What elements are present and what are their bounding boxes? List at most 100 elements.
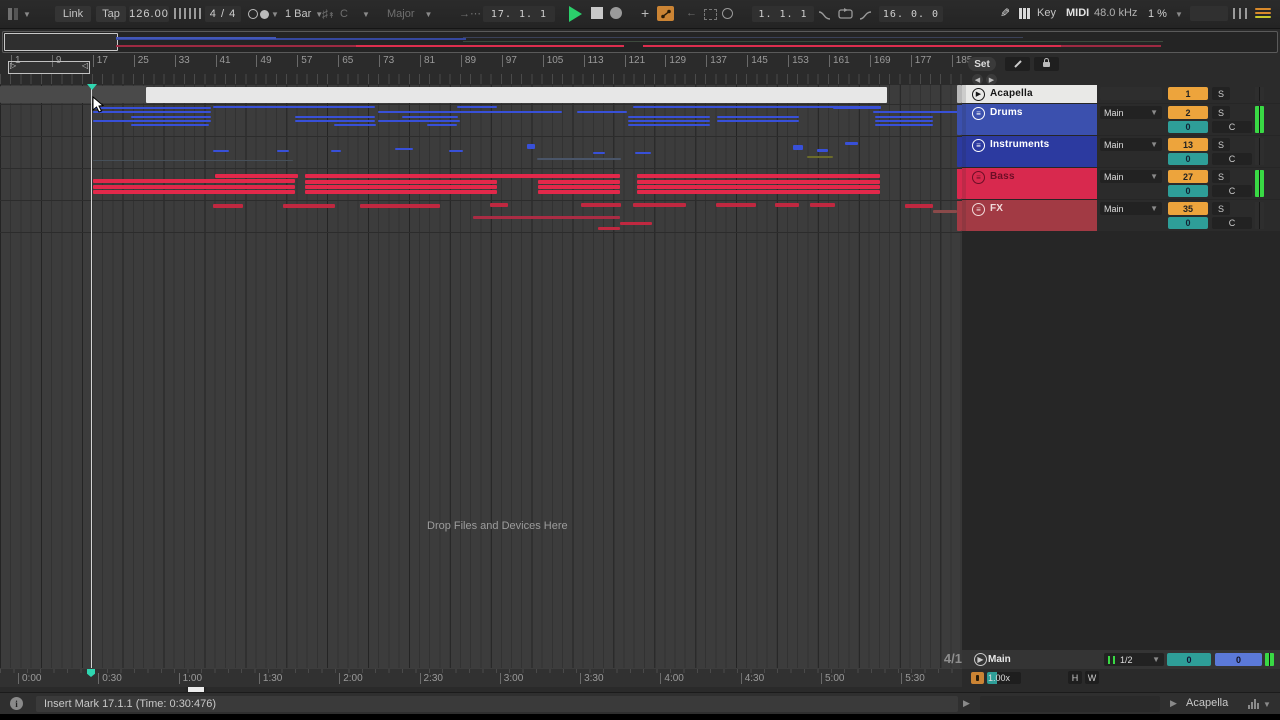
status-expand-icon[interactable]: ▶ bbox=[963, 698, 970, 709]
track-header-instruments[interactable]: ≡ Instruments Main ▼ 13 S 0 C bbox=[962, 136, 1280, 167]
loop-length-field[interactable]: 16. 0. 0 bbox=[879, 6, 943, 22]
view-selector-icon[interactable]: ▼ bbox=[8, 7, 38, 21]
midi-io-indicator-icon[interactable] bbox=[1255, 8, 1271, 18]
track-play-icon[interactable]: ▶ bbox=[972, 88, 985, 101]
clip-segment[interactable] bbox=[716, 203, 756, 207]
midi-map-button[interactable]: MIDI bbox=[1066, 7, 1089, 19]
mini-meter-icon[interactable]: ▼ bbox=[1248, 699, 1271, 709]
clip-segment[interactable] bbox=[473, 216, 620, 219]
clip-segment[interactable] bbox=[807, 156, 833, 158]
metronome-button[interactable]: ▼ bbox=[248, 9, 279, 19]
play-button[interactable] bbox=[569, 6, 582, 22]
clip-segment[interactable] bbox=[295, 120, 375, 122]
clip-segment[interactable] bbox=[427, 124, 457, 126]
clip-segment[interactable] bbox=[538, 190, 620, 194]
track-group-icon[interactable]: ≡ bbox=[972, 107, 985, 120]
clip-segment[interactable] bbox=[0, 86, 146, 103]
main-pan-box[interactable]: 0 bbox=[1215, 653, 1262, 666]
clip-segment[interactable] bbox=[875, 124, 933, 126]
clip-segment[interactable] bbox=[538, 185, 620, 189]
clip-segment[interactable] bbox=[131, 124, 209, 126]
clip-segment[interactable] bbox=[93, 107, 211, 109]
loop-end-marker-icon[interactable]: ◁ bbox=[82, 61, 88, 70]
clip-segment[interactable] bbox=[457, 106, 497, 108]
clip-segment[interactable] bbox=[213, 106, 375, 108]
clip-segment[interactable] bbox=[833, 107, 881, 109]
clip-segment[interactable] bbox=[775, 203, 799, 207]
track-group-icon[interactable]: ≡ bbox=[972, 203, 985, 216]
follow-button[interactable]: →⋯ bbox=[459, 7, 481, 20]
tap-tempo-button[interactable]: Tap bbox=[96, 6, 126, 22]
clip-segment[interactable] bbox=[277, 150, 289, 152]
clip-segment[interactable] bbox=[637, 190, 880, 194]
re-enable-automation-button[interactable] bbox=[722, 8, 733, 19]
next-locator-button[interactable]: ▶ bbox=[986, 74, 997, 85]
clip-segment[interactable] bbox=[305, 185, 497, 189]
key-scale-menu[interactable]: Major ▼ bbox=[387, 6, 432, 22]
clip-segment[interactable] bbox=[378, 111, 562, 113]
overview-viewport[interactable] bbox=[4, 33, 118, 51]
solo-button[interactable]: S bbox=[1212, 138, 1230, 151]
clip-segment[interactable] bbox=[845, 142, 858, 145]
draw-locator-button[interactable] bbox=[1005, 57, 1030, 71]
fold-width-button[interactable]: W bbox=[1085, 671, 1099, 684]
punch-in-button[interactable] bbox=[818, 8, 831, 26]
clip-segment[interactable] bbox=[360, 204, 440, 208]
solo-button[interactable]: S bbox=[1212, 170, 1230, 183]
track-routing-menu[interactable]: Main ▼ bbox=[1100, 170, 1162, 183]
add-tracks-button[interactable]: + bbox=[641, 5, 649, 21]
clip-segment[interactable] bbox=[793, 145, 803, 150]
clip-segment[interactable] bbox=[93, 120, 211, 122]
track-title-block[interactable]: ▶ Acapella bbox=[966, 85, 1097, 103]
clip-segment[interactable] bbox=[875, 120, 933, 122]
track-header-fx[interactable]: ≡ FX Main ▼ 35 S 0 C bbox=[962, 200, 1280, 231]
arrangement-record-button[interactable] bbox=[610, 7, 622, 19]
time-signature-field[interactable]: 4 / 4 bbox=[205, 6, 241, 22]
clip-segment[interactable] bbox=[449, 150, 463, 152]
track-number-badge[interactable]: 2 bbox=[1168, 106, 1208, 119]
clip-segment[interactable] bbox=[633, 203, 686, 207]
track-header-bass[interactable]: ≡ Bass Main ▼ 27 S 0 C bbox=[962, 168, 1280, 199]
clip-segment[interactable] bbox=[490, 203, 508, 207]
insert-marker-icon[interactable] bbox=[87, 84, 97, 90]
clip-segment[interactable] bbox=[577, 111, 627, 113]
solo-button[interactable]: S bbox=[1212, 202, 1230, 215]
beat-time-ruler[interactable]: 1 9 17 25 33 41 49 57 65 73 81 89 97 105 113 121 129 137 1… bbox=[0, 53, 1280, 86]
set-locator-button[interactable]: Set bbox=[968, 57, 996, 71]
clip-segment[interactable] bbox=[598, 227, 620, 230]
clip-segment[interactable] bbox=[305, 174, 620, 178]
status-play-icon[interactable]: ▶ bbox=[1170, 698, 1177, 709]
track-number-badge[interactable]: 27 bbox=[1168, 170, 1208, 183]
clip-segment[interactable] bbox=[213, 204, 243, 208]
crossfade-button[interactable]: C bbox=[1212, 217, 1252, 229]
monitor-value-box[interactable]: 0 bbox=[1168, 185, 1208, 197]
clip-segment[interactable] bbox=[593, 152, 605, 154]
track-group-icon[interactable]: ≡ bbox=[972, 139, 985, 152]
clip-segment[interactable] bbox=[537, 158, 621, 160]
link-button[interactable]: Link bbox=[55, 6, 91, 22]
track-header-acapella[interactable]: ▶ Acapella 1 S bbox=[962, 85, 1280, 103]
back-to-arrangement-button[interactable]: ← bbox=[686, 7, 697, 19]
prev-locator-button[interactable]: ◀ bbox=[972, 74, 983, 85]
clip-segment[interactable] bbox=[527, 144, 535, 149]
monitor-value-box[interactable]: 0 bbox=[1168, 121, 1208, 133]
nudge-up-button[interactable] bbox=[189, 8, 203, 19]
clip-segment[interactable] bbox=[93, 190, 295, 194]
loop-button[interactable] bbox=[838, 7, 854, 25]
clip-segment[interactable] bbox=[905, 204, 933, 208]
track-number-badge[interactable]: 35 bbox=[1168, 202, 1208, 215]
clip-segment[interactable] bbox=[933, 210, 957, 213]
crossfade-button[interactable]: C bbox=[1212, 185, 1252, 197]
time-ruler[interactable]: 0:00 0:30 1:00 1:30 2:00 2:30 3:00 3:30 4:00 4:30… bbox=[0, 668, 962, 687]
track-routing-menu[interactable]: Main ▼ bbox=[1100, 138, 1162, 151]
track-number-badge[interactable]: 13 bbox=[1168, 138, 1208, 151]
main-track-row[interactable]: ▶ Main 1/2 ▼ 0 0 bbox=[962, 650, 1280, 669]
track-number-badge[interactable]: 1 bbox=[1168, 87, 1208, 100]
clip-segment[interactable] bbox=[334, 124, 376, 126]
clip-segment[interactable] bbox=[875, 116, 933, 118]
nudge-down-button[interactable] bbox=[174, 8, 188, 19]
time-playhead-marker[interactable] bbox=[87, 669, 95, 677]
clip-segment[interactable] bbox=[817, 149, 828, 152]
automation-arm-button[interactable] bbox=[657, 6, 674, 21]
loop-start-marker-icon[interactable]: ▷ bbox=[10, 61, 16, 70]
